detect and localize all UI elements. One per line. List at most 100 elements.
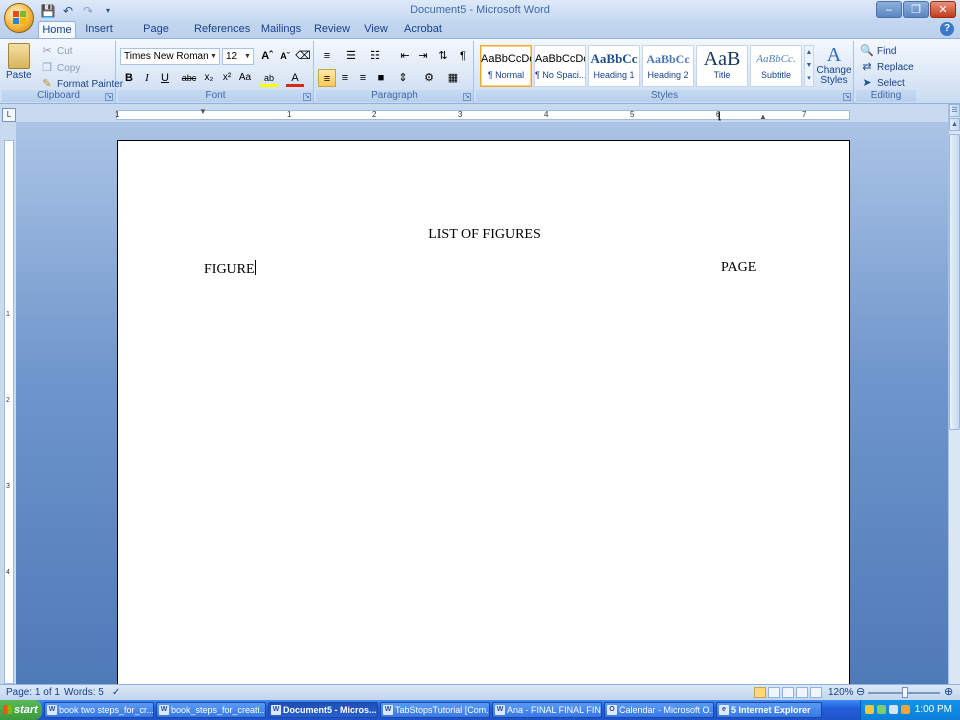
subscript-icon[interactable]: x₂ — [200, 69, 218, 87]
tab-acrobat[interactable]: Acrobat — [400, 21, 446, 39]
scroll-up-icon[interactable]: ▲ — [949, 118, 960, 131]
format-painter-button[interactable]: ✎ Format Painter — [40, 77, 123, 91]
left-indent-marker[interactable]: ▼ — [199, 107, 207, 116]
taskbar-item[interactable]: Wbook two steps_for_cr... — [44, 702, 154, 718]
minimize-button[interactable]: – — [876, 1, 902, 18]
paste-button[interactable]: Paste — [6, 43, 32, 81]
select-button[interactable]: ➤ Select — [860, 76, 904, 90]
styles-dialog-launcher[interactable]: ↘ — [843, 93, 851, 101]
page-count[interactable]: Page: 1 of 1 — [6, 687, 60, 698]
vertical-ruler[interactable]: 1 2 3 4 — [4, 140, 14, 684]
borders-icon[interactable]: ▦ — [444, 69, 462, 87]
multilevel-list-icon[interactable]: ☷ — [366, 47, 384, 65]
list-of-figures-heading[interactable]: LIST OF FIGURES — [118, 227, 851, 243]
help-icon[interactable]: ? — [940, 22, 954, 36]
taskbar-item[interactable]: e5 Internet Explorer — [716, 702, 822, 718]
change-case-icon[interactable]: Aa — [236, 69, 254, 87]
find-button[interactable]: 🔍 Find — [860, 44, 896, 58]
draft-view-icon[interactable] — [810, 687, 822, 698]
increase-indent-icon[interactable]: ⇥ — [414, 47, 432, 65]
tab-stop-marker[interactable]: ⌊ — [718, 111, 722, 122]
highlight-icon[interactable]: ab — [260, 69, 278, 87]
horizontal-ruler[interactable]: 1 1 2 3 4 5 6 7 ▼ ▲ ⌊ — [115, 107, 850, 122]
tab-home[interactable]: Home — [38, 21, 76, 39]
tab-selector-button[interactable]: L — [2, 108, 16, 122]
align-center-icon[interactable]: ≡ — [336, 69, 354, 87]
taskbar-item[interactable]: W TabStopsTutorial [Com... — [380, 702, 490, 718]
word-count[interactable]: Words: 5 — [64, 687, 104, 698]
web-layout-icon[interactable] — [782, 687, 794, 698]
align-right-icon[interactable]: ≡ — [354, 69, 372, 87]
close-button[interactable]: ✕ — [930, 1, 956, 18]
style-subtitle[interactable]: AaBbCc. Subtitle — [750, 45, 802, 87]
italic-icon[interactable]: I — [138, 69, 156, 87]
tab-view[interactable]: View — [360, 21, 392, 39]
font-color-icon[interactable]: A — [286, 69, 304, 87]
shading-icon[interactable]: ⚙ — [420, 69, 438, 87]
shrink-font-icon[interactable]: Aˇ — [276, 47, 294, 65]
font-name-combo[interactable]: Times New Roman ▼ — [120, 48, 220, 65]
justify-icon[interactable]: ■ — [372, 69, 390, 87]
show-formatting-icon[interactable]: ¶ — [454, 47, 472, 65]
style-heading-2[interactable]: AaBbCc Heading 2 — [642, 45, 694, 87]
tab-references[interactable]: References — [194, 21, 250, 39]
style-no-spacing[interactable]: AaBbCcDc ¶ No Spaci... — [534, 45, 586, 87]
styles-gallery-scroll[interactable]: ▲ ▼ ▾ — [804, 45, 814, 87]
style-heading-1[interactable]: AaBbCc Heading 1 — [588, 45, 640, 87]
tray-icon[interactable] — [889, 705, 898, 714]
cut-button[interactable]: ✂ Cut — [40, 44, 72, 58]
grow-font-icon[interactable]: Aˆ — [258, 47, 276, 65]
underline-icon[interactable]: U — [156, 69, 174, 87]
bullets-icon[interactable]: ≡ — [318, 47, 336, 65]
clipboard-group: Paste ✂ Cut ❐ Copy ✎ Format Painter Clipboa… — [2, 41, 123, 103]
ruler-toggle-icon[interactable]: ☰ — [949, 104, 960, 117]
zoom-level[interactable]: 120% — [828, 687, 854, 698]
zoom-slider-thumb[interactable] — [902, 687, 908, 698]
style-title[interactable]: AaB Title — [696, 45, 748, 87]
bold-icon[interactable]: B — [120, 69, 138, 87]
zoom-out-icon[interactable]: ⊖ — [856, 685, 865, 698]
start-button[interactable]: start — [0, 700, 42, 720]
align-left-icon[interactable]: ≡ — [318, 69, 336, 87]
taskbar-item[interactable]: O Calendar - Microsoft O... — [604, 702, 714, 718]
sort-icon[interactable]: ⇅ — [434, 47, 452, 65]
clear-formatting-icon[interactable]: ⌫ — [294, 47, 312, 65]
superscript-icon[interactable]: x² — [218, 69, 236, 87]
tab-mailings[interactable]: Mailings — [258, 21, 304, 39]
scroll-thumb[interactable] — [949, 134, 960, 430]
tray-icon[interactable] — [877, 705, 886, 714]
figure-column-heading[interactable]: FIGURE — [204, 260, 256, 278]
tab-page-layout[interactable]: Page Layout — [126, 21, 186, 52]
line-spacing-icon[interactable]: ⇕ — [394, 69, 412, 87]
paragraph-dialog-launcher[interactable]: ↘ — [463, 93, 471, 101]
taskbar-item-active[interactable]: W Document5 - Micros... — [268, 702, 378, 718]
clipboard-dialog-launcher[interactable]: ↘ — [105, 93, 113, 101]
copy-button[interactable]: ❐ Copy — [40, 61, 80, 75]
outline-view-icon[interactable] — [796, 687, 808, 698]
proofing-icon[interactable]: ✓ — [112, 687, 120, 698]
strikethrough-icon[interactable]: abc — [180, 69, 198, 87]
tab-insert[interactable]: Insert — [80, 21, 118, 39]
vertical-scrollbar[interactable]: ☰ ▲ — [948, 104, 960, 684]
binoculars-icon: 🔍 — [860, 45, 874, 57]
numbering-icon[interactable]: ☰ — [342, 47, 360, 65]
right-indent-marker[interactable]: ▲ — [759, 112, 767, 121]
page-column-heading[interactable]: PAGE — [721, 260, 756, 276]
full-screen-reading-icon[interactable] — [768, 687, 780, 698]
font-dialog-launcher[interactable]: ↘ — [303, 93, 311, 101]
style-normal[interactable]: AaBbCcDc ¶ Normal — [480, 45, 532, 87]
maximize-button[interactable]: ❐ — [903, 1, 929, 18]
zoom-in-icon[interactable]: ⊕ — [944, 685, 953, 698]
office-button[interactable] — [4, 3, 34, 33]
tray-icon[interactable] — [865, 705, 874, 714]
taskbar-item[interactable]: Wbook_steps_for_creati... — [156, 702, 266, 718]
decrease-indent-icon[interactable]: ⇤ — [396, 47, 414, 65]
tray-icon[interactable] — [901, 705, 910, 714]
tab-review[interactable]: Review — [312, 21, 352, 39]
font-size-combo[interactable]: 12 ▼ — [222, 48, 254, 65]
replace-button[interactable]: ⇄ Replace — [860, 60, 913, 74]
taskbar-item[interactable]: W Ana - FINAL FINAL FIN... — [492, 702, 602, 718]
document-page[interactable]: LIST OF FIGURES FIGURE PAGE — [117, 140, 850, 700]
change-styles-button[interactable]: A Change Styles — [816, 44, 852, 86]
print-layout-view-icon[interactable] — [754, 687, 766, 698]
